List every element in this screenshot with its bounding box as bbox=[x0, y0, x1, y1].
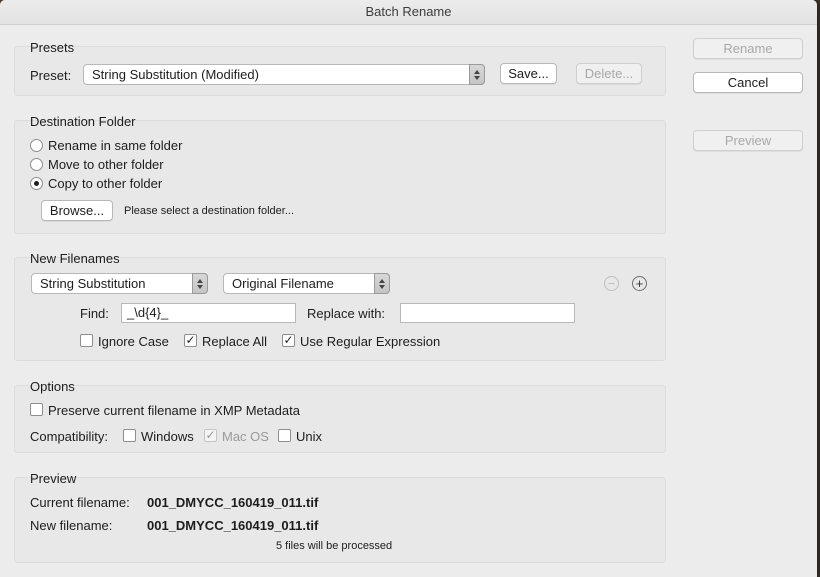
plus-circle-icon[interactable]: + bbox=[632, 276, 647, 291]
radio-copy-other-folder-label: Copy to other folder bbox=[48, 176, 163, 191]
new-filenames-heading: New Filenames bbox=[30, 251, 120, 266]
unix-checkbox[interactable] bbox=[278, 429, 291, 442]
ignore-case-checkbox[interactable] bbox=[80, 334, 93, 347]
filename-source-select[interactable]: Original Filename bbox=[223, 273, 390, 294]
window-title: Batch Rename bbox=[0, 0, 817, 25]
current-filename-value: 001_DMYCC_160419_011.tif bbox=[147, 495, 319, 510]
replace-with-label: Replace with: bbox=[307, 306, 386, 321]
delete-preset-button[interactable]: Delete... bbox=[576, 63, 642, 84]
select-arrows-icon bbox=[374, 273, 390, 294]
compatibility-label: Compatibility: bbox=[30, 429, 109, 444]
browse-button[interactable]: Browse... bbox=[41, 200, 113, 221]
radio-copy-other-folder[interactable] bbox=[30, 177, 43, 190]
unix-label: Unix bbox=[296, 429, 323, 444]
preview-heading: Preview bbox=[30, 471, 77, 486]
replace-with-input[interactable] bbox=[400, 303, 575, 323]
preserve-filename-checkbox[interactable] bbox=[30, 403, 43, 416]
ignore-case-label: Ignore Case bbox=[98, 334, 169, 349]
use-regex-checkbox[interactable]: ✓ bbox=[282, 334, 295, 347]
folder-hint: Please select a destination folder... bbox=[124, 205, 294, 217]
rename-button[interactable]: Rename bbox=[693, 38, 803, 59]
preserve-filename-label: Preserve current filename in XMP Metadat… bbox=[48, 403, 300, 418]
presets-heading: Presets bbox=[30, 40, 75, 55]
radio-rename-same-folder-label: Rename in same folder bbox=[48, 138, 183, 153]
windows-label: Windows bbox=[141, 429, 194, 444]
macos-label: Mac OS bbox=[222, 429, 269, 444]
replace-all-checkbox[interactable]: ✓ bbox=[184, 334, 197, 347]
find-input[interactable]: _\d{4}_ bbox=[121, 303, 296, 323]
minus-circle-icon[interactable]: − bbox=[604, 276, 619, 291]
select-arrows-icon bbox=[192, 273, 208, 294]
cancel-button[interactable]: Cancel bbox=[693, 72, 803, 93]
windows-checkbox[interactable] bbox=[123, 429, 136, 442]
preset-label: Preset: bbox=[30, 68, 72, 83]
batch-rename-dialog: Batch Rename Rename Cancel Preview Prese… bbox=[0, 0, 817, 577]
options-section bbox=[14, 385, 666, 453]
new-filename-value: 001_DMYCC_160419_011.tif bbox=[147, 518, 319, 533]
select-arrows-icon bbox=[469, 64, 485, 85]
preview-button[interactable]: Preview bbox=[693, 130, 803, 151]
macos-checkbox[interactable]: ✓ bbox=[204, 429, 217, 442]
save-preset-button[interactable]: Save... bbox=[500, 63, 557, 84]
filename-source-value: Original Filename bbox=[232, 276, 334, 291]
destination-heading: Destination Folder bbox=[30, 114, 136, 129]
new-filename-label: New filename: bbox=[30, 518, 113, 533]
preset-select-value: String Substitution (Modified) bbox=[92, 67, 259, 82]
filename-type-value: String Substitution bbox=[40, 276, 146, 291]
filename-type-select[interactable]: String Substitution bbox=[31, 273, 208, 294]
radio-move-other-folder[interactable] bbox=[30, 158, 43, 171]
files-count-text: 5 files will be processed bbox=[276, 540, 393, 552]
replace-all-label: Replace All bbox=[202, 334, 268, 349]
find-label: Find: bbox=[80, 306, 109, 321]
options-heading: Options bbox=[30, 379, 75, 394]
preset-select[interactable]: String Substitution (Modified) bbox=[83, 64, 485, 85]
use-regex-label: Use Regular Expression bbox=[300, 334, 441, 349]
current-filename-label: Current filename: bbox=[30, 495, 130, 510]
radio-rename-same-folder[interactable] bbox=[30, 139, 43, 152]
radio-move-other-folder-label: Move to other folder bbox=[48, 157, 164, 172]
